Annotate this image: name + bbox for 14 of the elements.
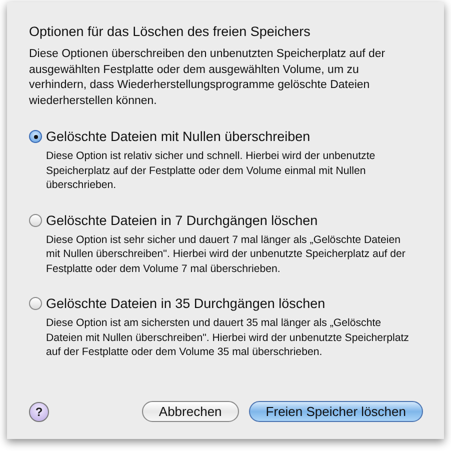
cancel-button[interactable]: Abbrechen (142, 401, 239, 422)
radio-option[interactable]: Gelöschte Dateien mit Nullen überschreiben (29, 129, 444, 144)
description-text: Diese Optionen überschreiben den unbenutzten Speicherplatz auf der ausgewählten Festplatte oder dem ausgewählten Volume, um zu verhindern, dass Wiederherstellungsprogramme gelöschte Dateien wiederherstellen können. (29, 47, 386, 108)
radio-option[interactable]: Gelöschte Dateien in 35 Durchgängen löschen (29, 296, 444, 311)
option-description: Diese Option ist relativ sicher und schnell. Hierbei wird der unbenutzte Speicherplatz auf der Festplatte oder dem Volume einmal mit Nullen überschrieben. (46, 149, 376, 192)
option-description: Diese Option ist am sichersten und dauert 35 mal länger als „Gelöschte Dateien mit Nullen überschreiben". Hierbei wird der unbenutzte Speicherplatz auf der Festplatte oder dem Volume 35 mal überschrieben. (46, 316, 410, 360)
radio-button[interactable] (29, 214, 42, 226)
option-description: Diese Option ist sehr sicher und dauert 7 mal länger als „Gelöschte Dateien mit Nullen überschreiben". Hierbei wird der unbenutzte Speicherplatz auf der Festplatte oder dem Volume 7 mal überschrieben. (46, 232, 406, 276)
radio-button[interactable] (29, 297, 42, 310)
sheet-title: Optionen für das Löschen des freien Speichers (29, 24, 312, 39)
radio-button[interactable] (29, 130, 42, 143)
help-button[interactable]: ? (29, 402, 49, 422)
radio-option[interactable]: Gelöschte Dateien in 7 Durchgängen löschen (29, 212, 444, 228)
confirm-button[interactable]: Freien Speicher löschen (248, 401, 423, 422)
